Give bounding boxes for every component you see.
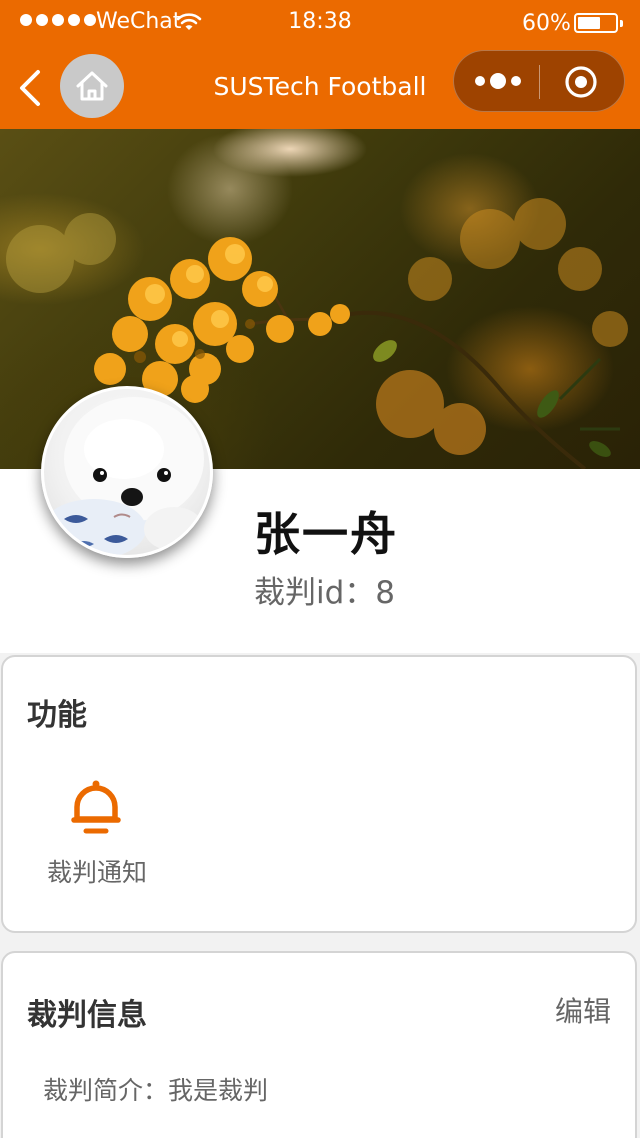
functions-card: 功能 裁判通知 [1, 655, 637, 933]
referee-name: 张一舟 [254, 507, 398, 561]
referee-info-card: 裁判信息 编辑 裁判简介：我是裁判 [1, 951, 637, 1138]
referee-id: 裁判id：8 [254, 575, 396, 611]
target-close-icon [565, 66, 597, 98]
edit-button[interactable]: 编辑 [555, 990, 611, 1030]
bell-icon [71, 779, 121, 839]
top-bar: WeChat 18:38 60% SUSTech Football [0, 0, 640, 129]
functions-title: 功能 [27, 698, 87, 733]
page: WeChat 18:38 60% SUSTech Football 张一舟 裁判… [0, 0, 640, 1138]
battery-percent: 60% [522, 11, 571, 36]
referee-info-title: 裁判信息 [27, 998, 147, 1033]
menu-capsule [453, 50, 625, 112]
status-bar: WeChat 18:38 60% [0, 0, 640, 44]
avatar[interactable] [41, 386, 213, 558]
referee-notice-label: 裁判通知 [46, 858, 147, 887]
referee-notice-item[interactable]: 裁判通知 [39, 775, 155, 895]
close-miniprogram-button[interactable] [564, 65, 598, 99]
capsule-divider [539, 65, 540, 99]
more-button[interactable] [474, 65, 522, 97]
referee-intro: 裁判简介：我是裁判 [43, 1076, 269, 1105]
battery-icon [574, 13, 623, 33]
